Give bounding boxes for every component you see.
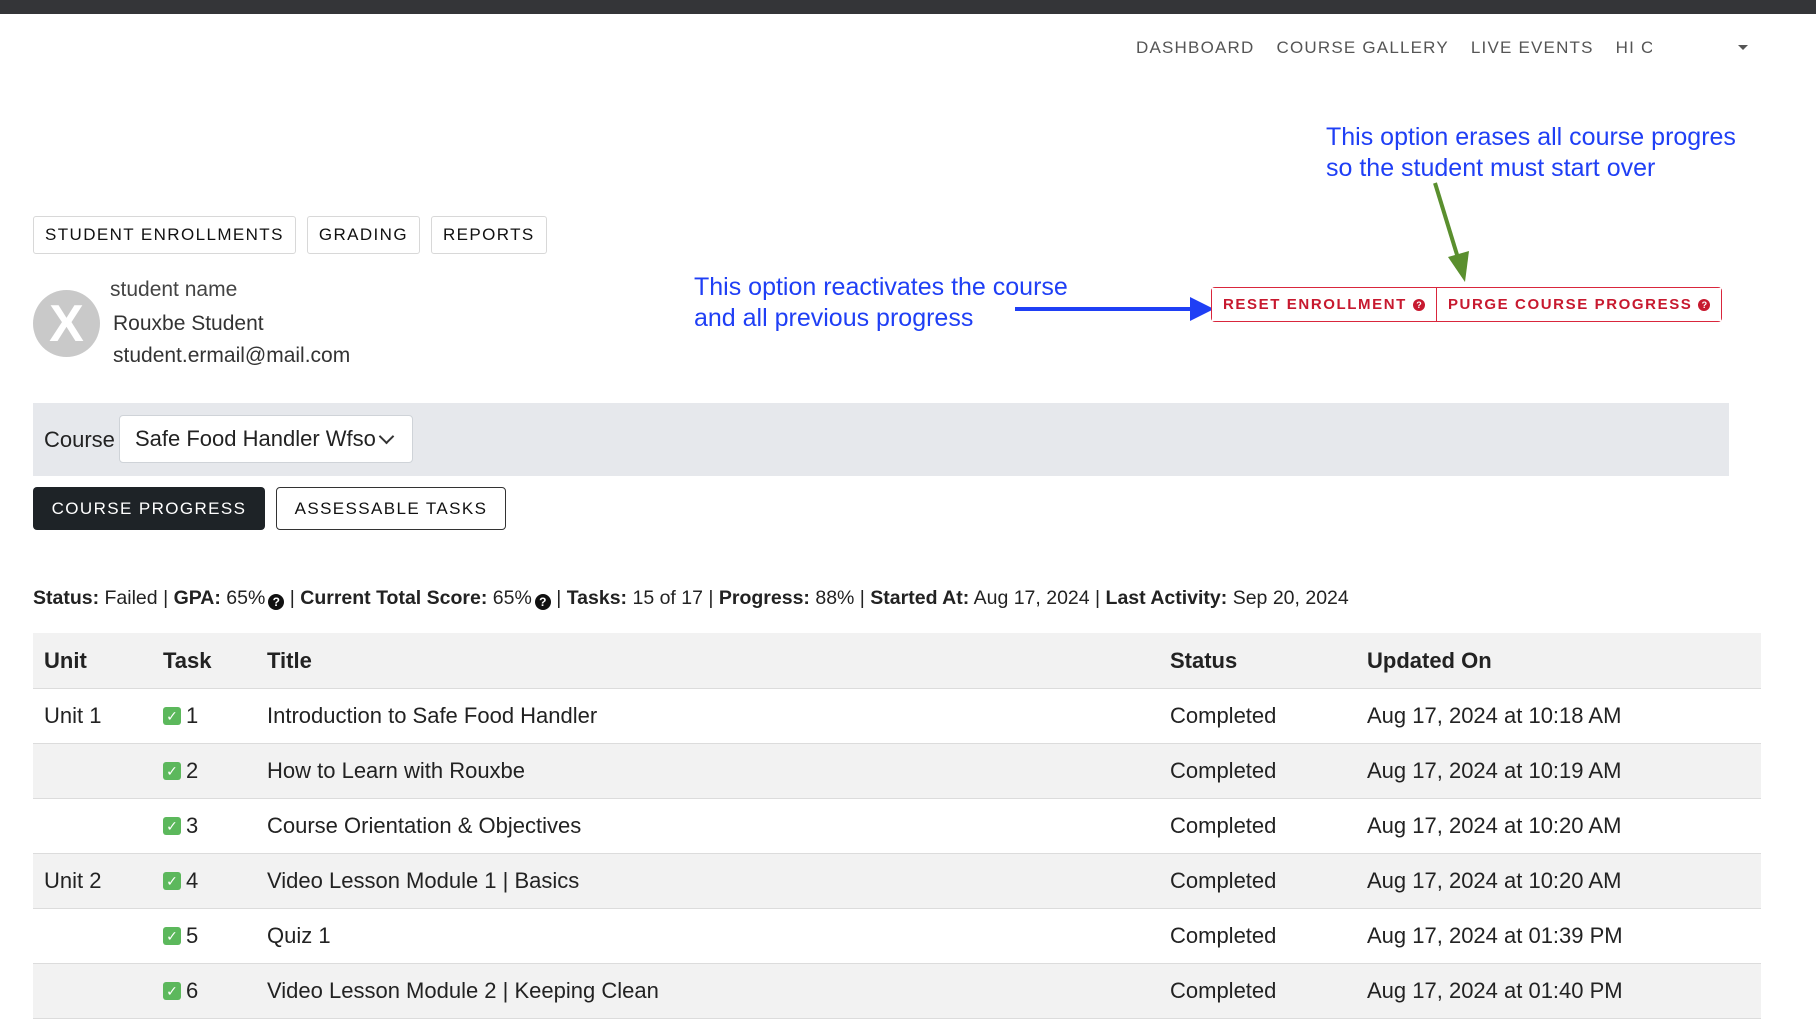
- checkbox-checked-icon: ✓: [163, 872, 181, 890]
- row-updated: Aug 17, 2024 at 10:18 AM: [1367, 703, 1622, 728]
- tab-course-progress[interactable]: COURSE PROGRESS: [33, 487, 265, 530]
- row-updated: Aug 17, 2024 at 10:20 AM: [1367, 868, 1622, 893]
- started-label: Started At:: [870, 587, 970, 609]
- question-circle-icon[interactable]: ?: [1412, 298, 1425, 311]
- table-row: Unit 1 ✓ 1 Introduction to Safe Food Hand…: [33, 689, 1761, 744]
- checkbox-checked-icon: ✓: [163, 817, 181, 835]
- tab-grading[interactable]: GRADING: [306, 216, 420, 254]
- row-task: ✓ 5: [163, 909, 198, 963]
- admin-tabs: STUDENT ENROLLMENTS GRADING REPORTS: [33, 216, 558, 254]
- table-row: Unit 2 ✓ 4 Video Lesson Module 1 | Basics…: [33, 854, 1761, 909]
- checkbox-checked-icon: ✓: [163, 982, 181, 1000]
- row-title: Video Lesson Module 1 | Basics: [267, 868, 580, 893]
- row-unit: Unit 2: [44, 868, 102, 893]
- row-task: ✓ 2: [163, 744, 198, 798]
- task-number: 1: [186, 703, 199, 728]
- separator: |: [289, 587, 295, 609]
- progress-summary: Status: Failed | GPA: 65%? | Current Tot…: [33, 587, 1349, 610]
- progress-label: Progress:: [718, 587, 810, 609]
- purge-arrow-line: [1433, 182, 1460, 259]
- header-status: Status: [1170, 647, 1238, 673]
- row-title: Course Orientation & Objectives: [267, 813, 582, 838]
- gpa-value: 65%: [226, 587, 266, 609]
- row-title: How to Learn with Rouxbe: [267, 758, 526, 783]
- progress-table: Unit Task Title Status Updated On Unit 1…: [33, 633, 1761, 1019]
- separator: |: [163, 587, 169, 609]
- row-title: Quiz 1: [267, 923, 331, 948]
- header-unit: Unit: [44, 647, 87, 673]
- course-select[interactable]: Safe Food Handler Wfso: [119, 415, 413, 463]
- separator: |: [1095, 587, 1101, 609]
- row-task: ✓ 4: [163, 854, 198, 908]
- table-row: ✓ 3 Course Orientation & Objectives Compl…: [33, 799, 1761, 854]
- purge-arrow-head: [1448, 251, 1469, 282]
- status-label: Status:: [33, 587, 100, 609]
- table-header: Unit Task Title Status Updated On: [33, 633, 1761, 689]
- tab-reports[interactable]: REPORTS: [430, 216, 547, 254]
- course-filter-bar: Course Safe Food Handler Wfso: [33, 403, 1729, 476]
- row-updated: Aug 17, 2024 at 01:40 PM: [1367, 978, 1623, 1003]
- row-title: Introduction to Safe Food Handler: [267, 703, 598, 728]
- question-circle-icon[interactable]: ?: [268, 594, 285, 610]
- task-number: 6: [186, 978, 199, 1003]
- separator: |: [708, 587, 714, 609]
- status-value: Failed: [104, 587, 158, 609]
- row-task: ✓ 1: [163, 689, 198, 743]
- last-activity-value: Sep 20, 2024: [1232, 587, 1349, 609]
- course-selected-value: Safe Food Handler Wfso: [135, 426, 376, 451]
- row-status: Completed: [1170, 978, 1277, 1003]
- purge-course-progress-label: PURGE COURSE PROGRESS: [1447, 296, 1693, 313]
- task-number: 3: [186, 813, 199, 838]
- row-task: ✓ 6: [163, 964, 198, 1018]
- student-heading: student name: [110, 278, 238, 301]
- course-label: Course: [44, 427, 115, 452]
- student-email: student.ermail@mail.com: [113, 344, 351, 367]
- tasks-value: 15 of 17: [632, 587, 703, 609]
- reset-enrollment-label: RESET ENROLLMENT: [1223, 296, 1407, 313]
- row-title: Video Lesson Module 2 | Keeping Clean: [267, 978, 659, 1003]
- header-title: Title: [267, 647, 312, 673]
- row-status: Completed: [1170, 813, 1277, 838]
- task-number: 4: [186, 868, 199, 893]
- row-updated: Aug 17, 2024 at 10:20 AM: [1367, 813, 1622, 838]
- row-updated: Aug 17, 2024 at 10:19 AM: [1367, 758, 1622, 783]
- last-activity-label: Last Activity:: [1105, 587, 1228, 609]
- question-circle-icon[interactable]: ?: [534, 594, 551, 610]
- header-task: Task: [163, 647, 212, 673]
- purge-course-progress-button[interactable]: PURGE COURSE PROGRESS ?: [1435, 288, 1722, 321]
- table-row: ✓ 2 How to Learn with Rouxbe Completed Au…: [33, 744, 1761, 799]
- row-status: Completed: [1170, 758, 1277, 783]
- score-value: 65%: [492, 587, 532, 609]
- student-name: Rouxbe Student: [113, 312, 264, 335]
- table-row: ✓ 5 Quiz 1 Completed Aug 17, 2024 at 01:3…: [33, 909, 1761, 964]
- row-unit: Unit 1: [44, 703, 102, 728]
- separator: |: [859, 587, 865, 609]
- chevron-down-icon: [378, 428, 395, 445]
- row-status: Completed: [1170, 703, 1277, 728]
- enrollment-actions: RESET ENROLLMENT ? PURGE COURSE PROGRESS…: [1211, 287, 1723, 322]
- tab-assessable-tasks[interactable]: ASSESSABLE TASKS: [276, 487, 506, 530]
- table-row: ✓ 6 Video Lesson Module 2 | Keeping Clean…: [33, 964, 1761, 1019]
- row-status: Completed: [1170, 868, 1277, 893]
- tasks-label: Tasks:: [566, 587, 628, 609]
- row-updated: Aug 17, 2024 at 01:39 PM: [1367, 923, 1623, 948]
- question-circle-icon[interactable]: ?: [1698, 298, 1711, 311]
- checkbox-checked-icon: ✓: [163, 707, 181, 725]
- gpa-label: GPA:: [173, 587, 221, 609]
- started-value: Aug 17, 2024: [973, 587, 1090, 609]
- row-status: Completed: [1170, 923, 1277, 948]
- row-task: ✓ 3: [163, 799, 198, 853]
- task-number: 2: [186, 758, 199, 783]
- header-updated: Updated On: [1367, 647, 1492, 673]
- progress-value: 88%: [815, 587, 855, 609]
- separator: |: [556, 587, 562, 609]
- avatar: X: [33, 290, 100, 357]
- task-number: 5: [186, 923, 199, 948]
- checkbox-checked-icon: ✓: [163, 927, 181, 945]
- checkbox-checked-icon: ✓: [163, 762, 181, 780]
- tab-student-enrollments[interactable]: STUDENT ENROLLMENTS: [33, 216, 296, 254]
- reset-enrollment-button[interactable]: RESET ENROLLMENT ?: [1212, 288, 1436, 321]
- score-label: Current Total Score:: [300, 587, 488, 609]
